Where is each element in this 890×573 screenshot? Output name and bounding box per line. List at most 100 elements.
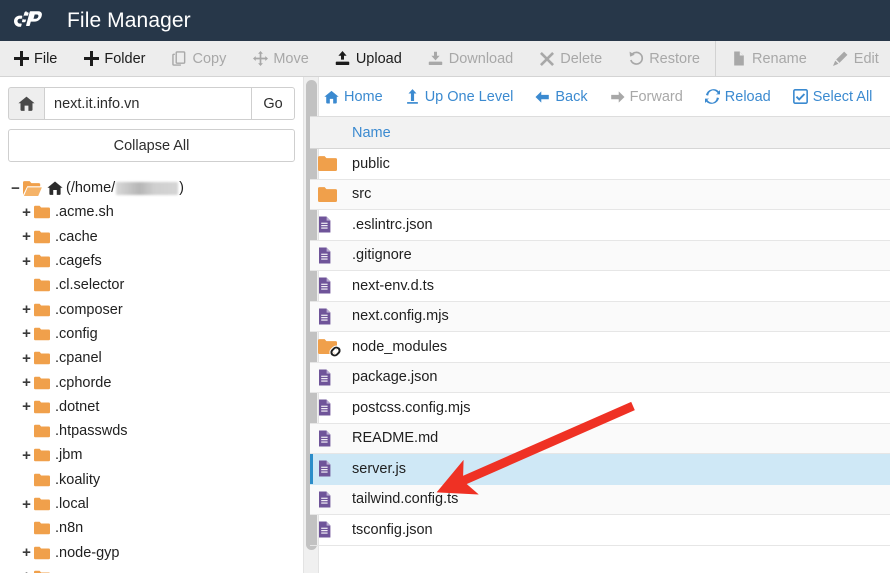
toolbar-folder-button[interactable]: Folder: [70, 41, 158, 76]
path-bar: Go: [8, 87, 295, 120]
file-name-label: server.js: [352, 460, 406, 477]
expand-toggle-icon[interactable]: +: [19, 448, 34, 463]
folder-icon: [34, 424, 50, 438]
tree-item-label: .config: [55, 325, 98, 342]
toolbar-button-label: Edit: [853, 50, 879, 67]
file-name-label: next.config.mjs: [352, 308, 449, 325]
toolbar-file-button[interactable]: File: [0, 41, 70, 76]
app-header: File Manager: [0, 0, 890, 41]
file-list-row[interactable]: README.md: [310, 423, 890, 454]
tree-item-koality[interactable]: .koality: [8, 468, 295, 492]
file-list-row[interactable]: .gitignore: [310, 240, 890, 271]
directory-path-input[interactable]: [44, 87, 251, 120]
toolbar-restore-button: Restore: [615, 41, 713, 76]
file-name-label: src: [352, 186, 372, 203]
nav-home-button[interactable]: Home: [313, 77, 394, 116]
tree-item-npm[interactable]: + .npm: [8, 565, 295, 573]
home-icon: [47, 181, 63, 196]
file-icon: [318, 277, 344, 294]
toolbar-edit-button: Edit: [820, 41, 890, 76]
tree-item-cagefs[interactable]: + .cagefs: [8, 249, 295, 273]
plus-icon: [13, 51, 29, 67]
tree-item-config[interactable]: + .config: [8, 322, 295, 346]
cpanel-logo-icon: [14, 6, 56, 37]
delete-x-icon: [539, 51, 555, 67]
toolbar-download-button: Download: [415, 41, 527, 76]
toolbar-rename-button: Rename: [718, 41, 820, 76]
tree-item-label: .npm: [55, 569, 87, 573]
folder-tree: − (/home/) + .acme.sh + .cache + .cagefs .cl.sel…: [8, 176, 295, 573]
home-icon: [324, 89, 339, 104]
tree-item-dotnet[interactable]: + .dotnet: [8, 395, 295, 419]
expand-toggle-icon[interactable]: +: [19, 229, 34, 244]
tree-item-home[interactable]: − (/home/): [8, 176, 295, 200]
file-list-row[interactable]: next-env.d.ts: [310, 271, 890, 302]
collapse-toggle-icon[interactable]: −: [8, 181, 23, 196]
nav-button-label: Home: [344, 88, 383, 105]
folder-icon: [34, 400, 50, 414]
arrow-right-icon: [610, 89, 625, 104]
collapse-all-button[interactable]: Collapse All: [8, 129, 295, 162]
tree-item-cpanel[interactable]: + .cpanel: [8, 346, 295, 370]
expand-toggle-icon[interactable]: +: [19, 326, 34, 341]
home-icon-button[interactable]: [8, 87, 44, 120]
file-list-row[interactable]: public: [310, 149, 890, 180]
expand-toggle-icon[interactable]: +: [19, 399, 34, 414]
file-list-row[interactable]: server.js: [310, 454, 890, 485]
file-list-row[interactable]: next.config.mjs: [310, 301, 890, 332]
nav-back-button[interactable]: Back: [524, 77, 598, 116]
expand-toggle-icon[interactable]: +: [19, 569, 34, 573]
column-header-name[interactable]: Name: [310, 125, 391, 141]
nav-up-one-level-button[interactable]: Up One Level: [394, 77, 525, 116]
toolbar-button-label: Copy: [192, 50, 227, 67]
expand-toggle-icon[interactable]: +: [19, 351, 34, 366]
folder-icon: [34, 376, 50, 390]
tree-item-composer[interactable]: + .composer: [8, 297, 295, 321]
file-list-row[interactable]: .eslintrc.json: [310, 210, 890, 241]
file-list-row[interactable]: package.json: [310, 362, 890, 393]
file-list-row[interactable]: src: [310, 179, 890, 210]
toolbar-upload-button[interactable]: Upload: [322, 41, 415, 76]
tree-item-n8n[interactable]: .n8n: [8, 516, 295, 540]
folder-icon: [34, 303, 50, 317]
file-list-row[interactable]: node_modules: [310, 332, 890, 363]
tree-item-label: .cphorde: [55, 374, 112, 391]
go-button[interactable]: Go: [251, 87, 295, 120]
expand-toggle-icon[interactable]: +: [19, 205, 34, 220]
open-folder-home-icon: [23, 180, 42, 197]
symlink-chain-icon: [328, 344, 342, 358]
home-path-prefix: (/home/: [66, 180, 116, 197]
expand-toggle-icon[interactable]: +: [19, 497, 34, 512]
folder-icon: [34, 327, 50, 341]
tree-item-label: .composer: [55, 301, 123, 318]
expand-toggle-icon[interactable]: +: [19, 302, 34, 317]
toolbar-separator: [714, 41, 716, 76]
tree-item-local[interactable]: + .local: [8, 492, 295, 516]
tree-item-jbm[interactable]: + .jbm: [8, 443, 295, 467]
file-list-row[interactable]: tsconfig.json: [310, 515, 890, 546]
toolbar-delete-button: Delete: [526, 41, 615, 76]
file-list-header: Name: [310, 116, 890, 149]
nav-button-label: Select All: [812, 88, 873, 105]
expand-toggle-icon[interactable]: +: [19, 545, 34, 560]
expand-toggle-icon[interactable]: +: [19, 254, 34, 269]
file-list-row[interactable]: tailwind.config.ts: [310, 484, 890, 515]
tree-item-clselector[interactable]: .cl.selector: [8, 273, 295, 297]
tree-item-cache[interactable]: + .cache: [8, 225, 295, 249]
folder-icon: [318, 155, 344, 172]
tree-item-htpasswds[interactable]: .htpasswds: [8, 419, 295, 443]
tree-item-nodegyp[interactable]: + .node-gyp: [8, 540, 295, 564]
folder-icon: [34, 546, 50, 560]
tree-item-acmesh[interactable]: + .acme.sh: [8, 200, 295, 224]
arrow-left-icon: [535, 89, 550, 104]
nav-select-all-button[interactable]: Select All: [782, 77, 884, 116]
arrow-up-icon: [405, 89, 420, 104]
nav-reload-button[interactable]: Reload: [694, 77, 782, 116]
pencil-icon: [833, 51, 849, 67]
file-list-row[interactable]: postcss.config.mjs: [310, 393, 890, 424]
toolbar-button-label: Move: [273, 50, 309, 67]
expand-toggle-icon[interactable]: +: [19, 375, 34, 390]
file-list-pane: Home Up One Level Back Forward Reload Select …: [309, 77, 890, 573]
tree-item-cphorde[interactable]: + .cphorde: [8, 370, 295, 394]
tree-item-label: (/home/): [66, 180, 184, 196]
